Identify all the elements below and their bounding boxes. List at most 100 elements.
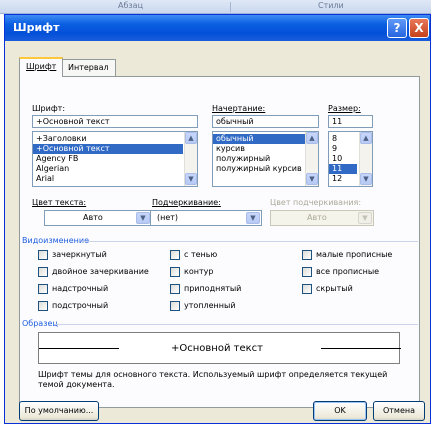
- style-list-scrollbar[interactable]: ▲ ▼: [305, 132, 318, 186]
- size-list-item[interactable]: 10: [329, 154, 357, 164]
- effect-label: зачеркнутый: [52, 250, 107, 259]
- scroll-up-icon[interactable]: ▲: [185, 132, 197, 144]
- underline-value: (нет): [157, 213, 179, 222]
- scroll-down-icon[interactable]: ▼: [360, 173, 372, 185]
- size-list-item[interactable]: 12: [329, 174, 357, 184]
- scroll-up-icon[interactable]: ▲: [360, 132, 372, 144]
- set-default-label: По умолчанию...: [24, 406, 94, 415]
- preview-baseline-left: [39, 348, 119, 349]
- close-icon: X: [414, 21, 424, 35]
- font-input-value: +Основной текст: [36, 117, 110, 126]
- style-list-items: обычный курсив полужирный полужирный кур…: [213, 134, 305, 174]
- font-input[interactable]: +Основной текст: [32, 115, 198, 128]
- style-list-item[interactable]: полужирный: [213, 154, 305, 164]
- preview-title: Образец: [22, 319, 58, 328]
- ok-label: OK: [334, 406, 346, 415]
- effect-label: утопленный: [184, 301, 236, 310]
- text-color-value: Авто: [83, 213, 103, 222]
- style-list-item-selected[interactable]: обычный: [213, 134, 305, 144]
- text-color-select[interactable]: Авто ▼: [44, 210, 152, 226]
- style-list-item[interactable]: полужирный курсив: [213, 164, 305, 174]
- preview-box: +Основной текст: [38, 332, 401, 364]
- effect-label: контур: [184, 267, 214, 276]
- text-color-label: Цвет текста:: [32, 198, 87, 207]
- underline-label: Подчеркивание:: [152, 198, 221, 207]
- style-input-value: обычный: [216, 117, 254, 126]
- checkbox[interactable]: [302, 250, 312, 260]
- checkbox[interactable]: [302, 267, 312, 277]
- help-button[interactable]: ?: [387, 18, 407, 38]
- chevron-down-icon[interactable]: ▼: [246, 212, 260, 224]
- ribbon-separator: [230, 2, 231, 12]
- checkbox[interactable]: [38, 267, 48, 277]
- underline-color-value: Авто: [307, 213, 327, 222]
- scroll-down-icon[interactable]: ▼: [185, 173, 197, 185]
- preview-baseline-right: [321, 348, 401, 349]
- style-list-item[interactable]: курсив: [213, 144, 305, 154]
- font-list-items: +Заголовки +Основной текст Agency FB Alg…: [33, 134, 183, 184]
- font-list-item[interactable]: +Заголовки: [33, 134, 183, 144]
- cancel-button[interactable]: Отмена: [373, 401, 425, 421]
- effect-label: скрытый: [316, 284, 353, 293]
- underline-color-select[interactable]: Авто ▼: [270, 210, 374, 226]
- window-title: Шрифт: [13, 21, 60, 34]
- size-list[interactable]: 8 9 10 11 12 ▲ ▼: [328, 131, 373, 187]
- tab-font[interactable]: Шрифт: [19, 57, 64, 77]
- preview-sample-text: +Основной текст: [171, 343, 263, 354]
- title-bar[interactable]: Шрифт ? X: [5, 15, 430, 41]
- size-input-value: 11: [332, 117, 343, 126]
- size-list-item-selected[interactable]: 11: [329, 164, 357, 174]
- font-list-item[interactable]: Arial: [33, 174, 183, 184]
- ok-button[interactable]: OK: [313, 401, 367, 421]
- cancel-label: Отмена: [382, 406, 416, 415]
- underline-select[interactable]: (нет) ▼: [150, 210, 262, 226]
- ribbon-styles-label: Стили: [318, 1, 344, 10]
- underline-color-label: Цвет подчеркивания:: [270, 198, 362, 207]
- size-list-item[interactable]: 8: [329, 134, 357, 144]
- size-list-items: 8 9 10 11 12: [329, 134, 357, 184]
- style-list[interactable]: обычный курсив полужирный полужирный кур…: [212, 131, 319, 187]
- effect-label: двойное зачеркивание: [52, 267, 149, 276]
- set-default-button[interactable]: По умолчанию...: [19, 401, 99, 421]
- tab-spacing[interactable]: Интервал: [61, 59, 116, 77]
- effect-label: подстрочный: [52, 301, 109, 310]
- style-label: Начертание:: [212, 104, 266, 113]
- close-button[interactable]: X: [409, 18, 429, 38]
- effect-label: все прописные: [316, 267, 380, 276]
- font-list-item-selected[interactable]: +Основной текст: [33, 144, 183, 154]
- checkbox[interactable]: [170, 301, 180, 311]
- checkbox[interactable]: [38, 284, 48, 294]
- effect-label: приподнятый: [184, 284, 242, 293]
- size-label: Размер:: [328, 104, 361, 113]
- font-list[interactable]: +Заголовки +Основной текст Agency FB Alg…: [32, 131, 198, 187]
- font-list-scrollbar[interactable]: ▲ ▼: [184, 132, 197, 186]
- scroll-up-icon[interactable]: ▲: [306, 132, 318, 144]
- size-list-item[interactable]: 9: [329, 144, 357, 154]
- effect-label: с тенью: [184, 250, 218, 259]
- chevron-down-icon[interactable]: ▼: [358, 212, 372, 224]
- font-list-item[interactable]: Agency FB: [33, 154, 183, 164]
- scroll-down-icon[interactable]: ▼: [306, 173, 318, 185]
- style-input[interactable]: обычный: [212, 115, 319, 128]
- checkbox[interactable]: [170, 267, 180, 277]
- checkbox[interactable]: [302, 284, 312, 294]
- tab-font-label: Шрифт: [26, 62, 57, 71]
- font-dialog: Шрифт ? X Шрифт Интервал Шрифт: +Основно…: [4, 14, 431, 424]
- size-list-scrollbar[interactable]: ▲ ▼: [359, 132, 372, 186]
- font-label: Шрифт:: [32, 104, 66, 113]
- checkbox[interactable]: [38, 250, 48, 260]
- effect-label: надстрочный: [52, 284, 109, 293]
- effects-title: Видоизменение: [22, 236, 90, 245]
- chevron-down-icon[interactable]: ▼: [136, 212, 150, 224]
- checkbox[interactable]: [170, 250, 180, 260]
- font-list-item[interactable]: Algerian: [33, 164, 183, 174]
- ribbon-strip: Абзац Стили: [0, 0, 431, 14]
- size-input[interactable]: 11: [328, 115, 373, 128]
- font-tab-panel: Шрифт: +Основной текст +Заголовки +Основ…: [19, 76, 420, 408]
- preview-divider: [54, 324, 418, 325]
- checkbox[interactable]: [38, 301, 48, 311]
- preview-description: Шрифт темы для основного текста. Использ…: [38, 370, 388, 389]
- effects-divider: [82, 241, 418, 242]
- checkbox[interactable]: [170, 284, 180, 294]
- help-icon: ?: [393, 21, 401, 35]
